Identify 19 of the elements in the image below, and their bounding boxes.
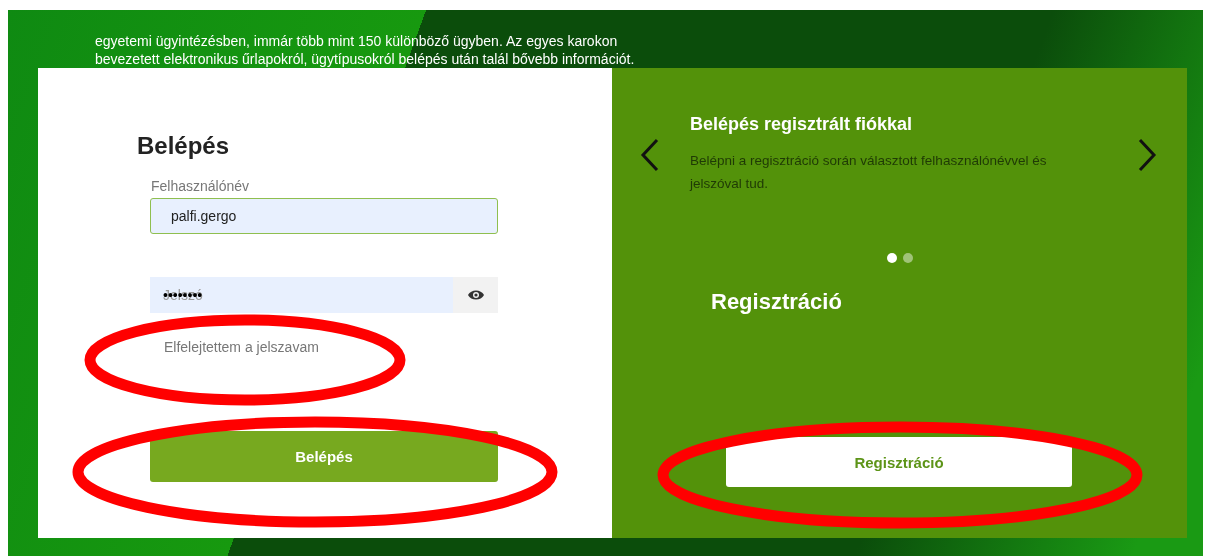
previous-button[interactable] xyxy=(640,137,660,172)
username-label: Felhasználónév xyxy=(151,178,251,194)
chevron-left-icon xyxy=(640,137,660,172)
intro-text: bevezetett elektronikus űrlapokról, ügytípusokról belépés után talál bővebb információt. xyxy=(95,50,636,68)
register-title: Regisztráció xyxy=(711,289,843,315)
login-button[interactable]: Belépés xyxy=(150,431,498,482)
forgot-password-link[interactable]: Elfelejtettem a jelszavam xyxy=(164,339,319,355)
eye-icon xyxy=(466,289,485,301)
username-field[interactable]: palfi.gergo xyxy=(150,198,498,234)
next-button[interactable] xyxy=(1137,137,1157,172)
show-password-button[interactable] xyxy=(453,277,498,313)
login-title: Belépés xyxy=(137,132,231,160)
intro-text: egyetemi ügyintézésben, immár több mint 150 különböző ügyben. Az egyes karokon xyxy=(95,32,619,50)
register-button[interactable]: Regisztráció xyxy=(726,437,1072,487)
carousel-dot[interactable] xyxy=(886,253,897,263)
slide-title: Belépés regisztrált fiókkal xyxy=(690,114,914,135)
chevron-right-icon xyxy=(1137,137,1157,172)
slide-text: Belépni a regisztráció során választott felhasználónévvel és jelszóval tud. xyxy=(690,152,1048,193)
carousel-dot[interactable] xyxy=(902,253,913,263)
